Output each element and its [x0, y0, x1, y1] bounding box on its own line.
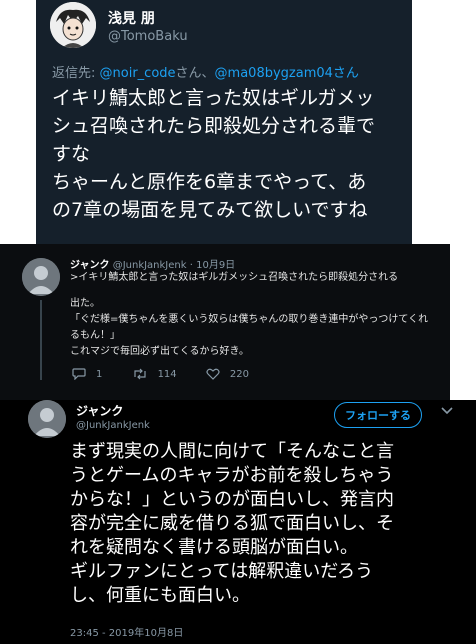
- display-name[interactable]: ジャンク: [76, 402, 123, 419]
- handle[interactable]: @JunkJankJenk: [76, 420, 150, 431]
- tweet-line: イキリ鯖太郎と言った奴はギルガメッ: [52, 87, 375, 109]
- handle[interactable]: @TomoBaku: [108, 29, 188, 44]
- tweet-line: すな: [52, 143, 91, 165]
- tweet-line: うとゲームのキャラがお前を殺しちゃう: [70, 465, 394, 486]
- tweet-line: の7章の場面を見てみて欲しいですね: [52, 199, 368, 221]
- quoted-line: >イキリ鯖太郎と言った奴はギルガメッシュ召喚されたら即殺処分される: [70, 272, 399, 283]
- tweet-body: イキリ鯖太郎と言った奴はギルガメッ シュ召喚されたら即殺処分される輩で すな ち…: [52, 84, 404, 224]
- tweet-line: ギルファンにとっては解釈違いだろう: [70, 561, 374, 582]
- mention-suffix: さん: [332, 66, 359, 81]
- quoted-reply: ジャンク @JunkJankJenk · 10月9日 >イキリ鯖太郎と言った奴は…: [0, 244, 450, 400]
- replying-prefix: 返信先:: [52, 66, 100, 81]
- like-count: 220: [229, 368, 249, 380]
- reply-count: 1: [96, 368, 103, 380]
- like-button[interactable]: 220: [206, 368, 249, 380]
- reply-line: 出た。: [70, 298, 100, 309]
- action-bar: 1 114 220: [72, 368, 275, 383]
- reply-button[interactable]: 1: [72, 368, 102, 380]
- reply-header: ジャンク @JunkJankJenk · 10月9日: [70, 256, 235, 271]
- tweet-line: ちゃーんと原作を6章までやって、あ: [52, 171, 367, 193]
- mention-link[interactable]: @ma08bygzam04: [215, 66, 333, 81]
- tweet-line: まず現実の人間に向けて「そんなこと言: [70, 441, 394, 462]
- reply-line: るもん！」: [70, 330, 120, 341]
- tweet-line: 容が完全に威を借りる狐で面白いし、そ: [70, 513, 394, 534]
- tweet-body: まず現実の人間に向けて「そんなこと言 うとゲームのキャラがお前を殺しちゃう から…: [70, 440, 470, 608]
- tweet-line: からな！」というのが面白いし、発言内: [70, 489, 394, 510]
- tweet-line: れを疑問なく書ける頭脳が面白い。: [70, 537, 358, 558]
- retweet-count: 114: [157, 368, 177, 380]
- follow-button[interactable]: フォローする: [334, 402, 422, 428]
- default-avatar-icon: [22, 258, 60, 296]
- avatar[interactable]: [22, 258, 60, 296]
- thread-line: [40, 300, 42, 380]
- top-tweet: 浅見 朋 @TomoBaku 返信先: @noir_codeさん、@ma08by…: [36, 0, 412, 244]
- main-tweet: ジャンク @JunkJankJenk フォローする まず現実の人間に向けて「そん…: [0, 400, 476, 644]
- mention-separator: さん、: [175, 66, 215, 81]
- avatar[interactable]: [50, 2, 96, 48]
- avatar[interactable]: [28, 400, 66, 438]
- default-avatar-icon: [28, 400, 66, 438]
- chevron-down-icon[interactable]: [440, 406, 454, 416]
- replying-to: 返信先: @noir_codeさん、@ma08bygzam04さん: [52, 62, 359, 81]
- display-name[interactable]: 浅見 朋: [108, 8, 155, 28]
- retweet-icon: [133, 368, 146, 380]
- reply-icon: [72, 368, 86, 380]
- reply-line: 「ぐだ様=僕ちゃんを悪くいう奴らは僕ちゃんの取り巻き連中がやっつけてくれ: [70, 314, 429, 325]
- retweet-button[interactable]: 114: [132, 368, 177, 380]
- tweet-line: シュ召喚されたら即殺処分される輩で: [52, 115, 376, 137]
- reply-line: これマジで毎回必ず出てくるから好き。: [70, 346, 249, 357]
- heart-icon: [206, 368, 220, 380]
- avatar-illustration-icon: [50, 2, 96, 48]
- timestamp[interactable]: 23:45 - 2019年10月8日: [70, 624, 183, 639]
- mention-link[interactable]: @noir_code: [100, 66, 176, 81]
- tweet-line: し、何重にも面白い。: [70, 585, 250, 606]
